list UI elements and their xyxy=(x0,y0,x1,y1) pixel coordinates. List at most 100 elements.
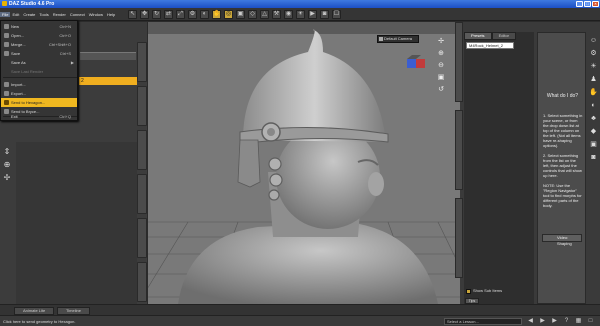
spot-render-icon[interactable]: ▣ xyxy=(236,10,245,19)
lights-icon[interactable]: ☀ xyxy=(589,62,598,71)
parameters-icon[interactable]: ⚙ xyxy=(589,49,598,58)
pan-icon[interactable]: ⇕ xyxy=(2,147,12,157)
right-side-tab-1[interactable] xyxy=(455,22,463,102)
node-weight-icon[interactable]: ◐ xyxy=(200,10,209,19)
tab-presets[interactable]: Presets xyxy=(464,32,492,40)
maximize-view-icon[interactable]: □ xyxy=(586,317,595,326)
menu-item-exit[interactable]: Exit Ctrl+Q xyxy=(1,112,77,121)
menu-item-send-to-hexagon[interactable]: Send to Hexagon... xyxy=(1,98,77,107)
help-step-1: 1. Select something in your scene, or fr… xyxy=(543,113,583,148)
import-icon xyxy=(4,82,9,87)
hair-icon[interactable]: ♣ xyxy=(589,114,598,123)
camera-label: Default Camera xyxy=(384,36,413,41)
menu-item-open[interactable]: Open... Ctrl+O xyxy=(1,31,77,40)
prev-icon[interactable]: ◀ xyxy=(526,317,535,326)
menu-item-export[interactable]: Export... xyxy=(1,89,77,98)
minimize-button[interactable]: _ xyxy=(576,1,583,7)
next-icon[interactable]: ▶ xyxy=(550,317,559,326)
rotate-tool-icon[interactable]: ↻ xyxy=(152,10,161,19)
menu-bar: File Edit Create Tools Render Connect Wi… xyxy=(0,8,600,21)
left-pane-header xyxy=(80,52,136,60)
region-navigator-icon[interactable]: ◎ xyxy=(224,10,233,19)
render-settings-icon[interactable]: ⚒ xyxy=(272,10,281,19)
daz-studio-window: DAZ Studio 4.6 Pro _ □ × File Edit Creat… xyxy=(0,0,600,326)
video-shaping-button[interactable]: Video: Shaping xyxy=(542,234,582,246)
merge-icon xyxy=(4,42,9,47)
bottom-tab-strip: Animate Lite Timeline xyxy=(0,304,600,315)
tab-timeline[interactable]: Timeline xyxy=(57,307,90,315)
menu-window[interactable]: Window xyxy=(87,12,105,17)
select-tool-icon[interactable]: ↖ xyxy=(128,10,137,19)
zoom-control-icon[interactable]: ⊕ xyxy=(436,49,446,59)
snapshot-icon[interactable]: ◙ xyxy=(320,10,329,19)
menu-edit[interactable]: Edit xyxy=(10,12,21,17)
viewport-controls: ✢ ⊕ ⊖ ▣ ↺ xyxy=(436,37,450,97)
lesson-selector[interactable]: Select a Lesson... xyxy=(444,318,522,325)
side-tab-smart-content[interactable] xyxy=(137,42,147,82)
menu-item-label: Merge... xyxy=(11,42,26,47)
dolly-control-icon[interactable]: ⊖ xyxy=(436,61,446,71)
selected-content-row[interactable]: 2 xyxy=(79,77,137,85)
menu-item-save-as[interactable]: Save As ▶ xyxy=(1,58,77,67)
zoom-icon[interactable]: ⊕ xyxy=(2,160,12,170)
play-icon[interactable]: ▶ xyxy=(538,317,547,326)
grid-icon[interactable]: ▦ xyxy=(574,317,583,326)
camera-icon xyxy=(379,37,383,41)
active-pose-icon[interactable]: ✋ xyxy=(212,10,221,19)
materials-icon[interactable]: ◐ xyxy=(589,101,598,110)
help-note: NOTE: Use the "Region Navigator" tool to… xyxy=(543,183,582,208)
viewport-scene xyxy=(148,22,460,304)
maximize-button[interactable]: □ xyxy=(584,1,591,7)
surfaces-icon[interactable]: ◆ xyxy=(589,127,598,136)
surface-selection-icon[interactable]: ◇ xyxy=(248,10,257,19)
3d-viewport[interactable]: Default Camera ✢ ⊕ ⊖ ▣ ↺ xyxy=(148,22,460,304)
pose-icon[interactable]: ♟ xyxy=(589,75,598,84)
menu-item-new[interactable]: New Ctrl+N xyxy=(1,22,77,31)
side-tab-shaping[interactable] xyxy=(137,130,147,170)
figure-icon[interactable]: ☺ xyxy=(589,36,598,45)
tab-animate-lite[interactable]: Animate Lite xyxy=(14,307,55,315)
menu-render[interactable]: Render xyxy=(51,12,68,17)
light-icon[interactable]: ☀ xyxy=(296,10,305,19)
side-tab-lights[interactable] xyxy=(137,218,147,258)
render-icon[interactable]: ◉ xyxy=(284,10,293,19)
menu-help[interactable]: Help xyxy=(105,12,117,17)
app-logo-icon xyxy=(2,1,7,6)
orbit-icon[interactable]: ✢ xyxy=(2,173,12,183)
frame-control-icon[interactable]: ▣ xyxy=(436,73,446,83)
menu-item-save[interactable]: Save Ctrl+S xyxy=(1,49,77,58)
camera-icon[interactable]: ▶ xyxy=(308,10,317,19)
help-icon[interactable]: ? xyxy=(562,317,571,326)
translate-tool-icon[interactable]: ⇄ xyxy=(164,10,173,19)
camera-selector[interactable]: Default Camera xyxy=(377,35,419,43)
checkbox-box[interactable] xyxy=(466,289,471,294)
right-side-tab-3[interactable] xyxy=(455,198,463,278)
joint-editor-icon[interactable]: ⚙ xyxy=(188,10,197,19)
side-tab-render[interactable] xyxy=(137,262,147,302)
selected-node-dropdown[interactable]: M4Rock_Helmet_2 xyxy=(466,42,514,49)
orbit-control-icon[interactable]: ✢ xyxy=(436,37,446,47)
tab-editor[interactable]: Editor xyxy=(491,32,517,40)
help-body: 1. Select something in your scene, or fr… xyxy=(543,113,583,213)
scale-tool-icon[interactable]: ⤢ xyxy=(176,10,185,19)
menu-tools[interactable]: Tools xyxy=(37,12,50,17)
close-button[interactable]: × xyxy=(592,1,599,7)
menu-connect[interactable]: Connect xyxy=(68,12,87,17)
side-tab-content-library[interactable] xyxy=(137,86,147,126)
menu-item-shortcut: Ctrl+O xyxy=(59,33,71,38)
render-panel-icon[interactable]: ▣ xyxy=(589,140,598,149)
geometry-editor-icon[interactable]: △ xyxy=(260,10,269,19)
universal-tool-icon[interactable]: ✥ xyxy=(140,10,149,19)
reset-view-icon[interactable]: ↺ xyxy=(436,85,446,95)
menu-create[interactable]: Create xyxy=(21,12,37,17)
view-options-icon[interactable]: ☐ xyxy=(332,10,341,19)
menu-item-save-last-render: Save Last Render xyxy=(1,67,77,76)
right-side-tab-2[interactable] xyxy=(455,110,463,190)
show-sub-items-checkbox[interactable]: Show Sub Items xyxy=(466,287,526,295)
menu-file[interactable]: File xyxy=(0,12,11,17)
menu-item-import[interactable]: Import... xyxy=(1,80,77,89)
camera-panel-icon[interactable]: ◙ xyxy=(589,153,598,162)
side-tab-posing[interactable] xyxy=(137,174,147,214)
menu-item-merge[interactable]: Merge... Ctrl+Shift+O xyxy=(1,40,77,49)
shaping-icon[interactable]: ✋ xyxy=(589,88,598,97)
